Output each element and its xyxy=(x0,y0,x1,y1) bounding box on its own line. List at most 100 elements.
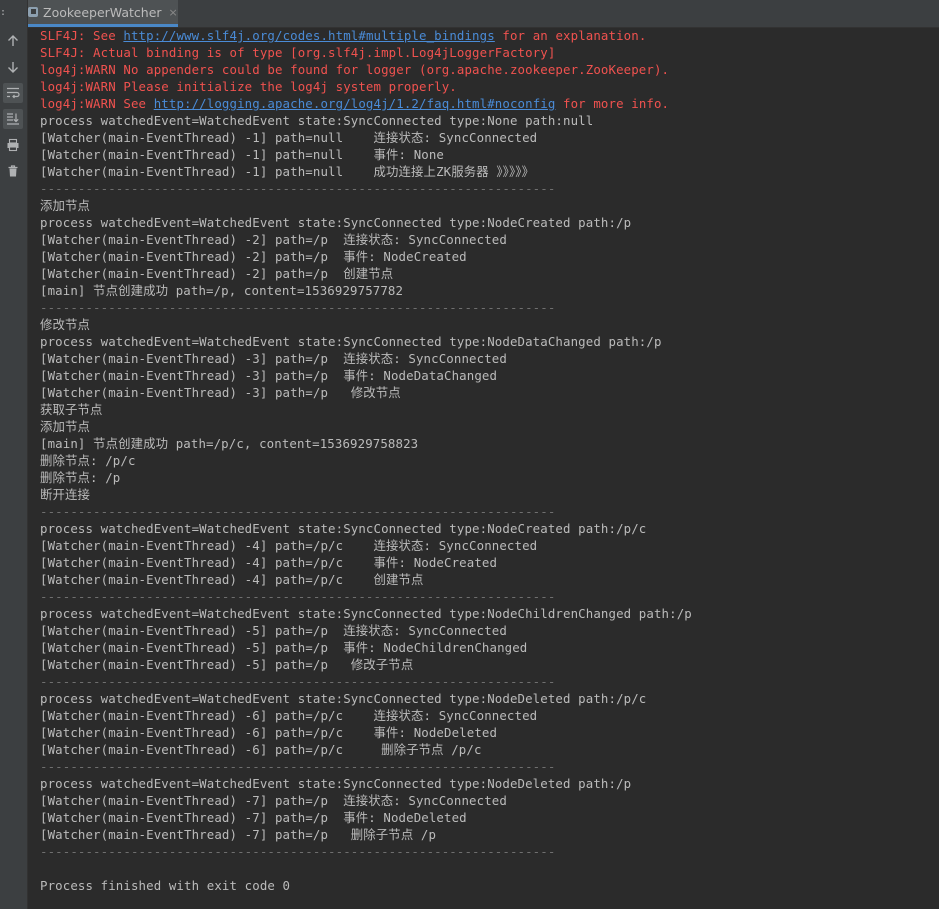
console-separator-line: ----------------------------------------… xyxy=(40,299,939,316)
console-line: 删除节点: /p/c xyxy=(40,452,939,469)
console-separator-line: ----------------------------------------… xyxy=(40,503,939,520)
console-text: [Watcher(main-EventThread) -2] path=/p 创… xyxy=(40,266,394,281)
console-text: [Watcher(main-EventThread) -1] path=null… xyxy=(40,164,535,179)
console-text: 断开连接 xyxy=(40,487,91,502)
console-line: [Watcher(main-EventThread) -3] path=/p 修… xyxy=(40,384,939,401)
console-text: [Watcher(main-EventThread) -4] path=/p/c… xyxy=(40,572,424,587)
panel-edge-handle[interactable]: : xyxy=(0,8,6,18)
console-line: [Watcher(main-EventThread) -5] path=/p 连… xyxy=(40,622,939,639)
console-text: SLF4J: See xyxy=(40,28,124,43)
console-text: ----------------------------------------… xyxy=(40,589,556,604)
arrow-up-icon[interactable] xyxy=(3,31,23,51)
console-text: [Watcher(main-EventThread) -5] path=/p 修… xyxy=(40,657,414,672)
console-text: 删除节点: /p xyxy=(40,470,121,485)
console-text: log4j:WARN No appenders could be found f… xyxy=(40,62,670,77)
console-text: process watchedEvent=WatchedEvent state:… xyxy=(40,334,662,349)
print-icon[interactable] xyxy=(3,135,23,155)
console-text: [Watcher(main-EventThread) -1] path=null… xyxy=(40,130,538,145)
console-text: [Watcher(main-EventThread) -1] path=null… xyxy=(40,147,445,162)
console-text: for an explanation. xyxy=(494,28,647,43)
run-config-icon xyxy=(28,7,38,17)
console-line: [Watcher(main-EventThread) -4] path=/p/c… xyxy=(40,554,939,571)
console-text: log4j:WARN See xyxy=(40,96,154,111)
console-text: log4j:WARN Please initialize the log4j s… xyxy=(40,79,457,94)
console-line: 修改节点 xyxy=(40,316,939,333)
console-text: [Watcher(main-EventThread) -3] path=/p 连… xyxy=(40,351,507,366)
console-text: [Watcher(main-EventThread) -4] path=/p/c… xyxy=(40,555,498,570)
console-line: [Watcher(main-EventThread) -7] path=/p 连… xyxy=(40,792,939,809)
console-text: 删除节点: /p/c xyxy=(40,453,136,468)
console-text: [Watcher(main-EventThread) -3] path=/p 事… xyxy=(40,368,498,383)
console-line: [main] 节点创建成功 path=/p/c, content=1536929… xyxy=(40,435,939,452)
trash-icon[interactable] xyxy=(3,161,23,181)
console-line: [Watcher(main-EventThread) -2] path=/p 连… xyxy=(40,231,939,248)
console-line: [Watcher(main-EventThread) -2] path=/p 创… xyxy=(40,265,939,282)
console-link[interactable]: http://www.slf4j.org/codes.html#multiple… xyxy=(123,28,494,43)
console-line: [Watcher(main-EventThread) -6] path=/p/c… xyxy=(40,707,939,724)
console-text: [Watcher(main-EventThread) -6] path=/p/c… xyxy=(40,708,538,723)
console-text: 修改节点 xyxy=(40,317,91,332)
console-line: [Watcher(main-EventThread) -1] path=null… xyxy=(40,163,939,180)
console-separator-line: ----------------------------------------… xyxy=(40,758,939,775)
console-line: 断开连接 xyxy=(40,486,939,503)
console-error-line: SLF4J: Actual binding is of type [org.sl… xyxy=(40,44,939,61)
arrow-down-icon[interactable] xyxy=(3,57,23,77)
console-left-toolbar: : xyxy=(0,0,28,909)
console-line: [Watcher(main-EventThread) -2] path=/p 事… xyxy=(40,248,939,265)
console-line: process watchedEvent=WatchedEvent state:… xyxy=(40,214,939,231)
console-link[interactable]: http://logging.apache.org/log4j/1.2/faq.… xyxy=(154,96,556,111)
console-text: [Watcher(main-EventThread) -5] path=/p 连… xyxy=(40,623,507,638)
console-separator-line: ----------------------------------------… xyxy=(40,180,939,197)
console-line: 删除节点: /p xyxy=(40,469,939,486)
console-text: [Watcher(main-EventThread) -6] path=/p/c… xyxy=(40,742,482,757)
console-output[interactable]: SLF4J: See http://www.slf4j.org/codes.ht… xyxy=(28,27,939,909)
console-error-line: log4j:WARN Please initialize the log4j s… xyxy=(40,78,939,95)
console-text: [Watcher(main-EventThread) -5] path=/p 事… xyxy=(40,640,528,655)
console-text: 添加节点 xyxy=(40,419,91,434)
close-icon[interactable]: × xyxy=(169,6,178,19)
console-text: process watchedEvent=WatchedEvent state:… xyxy=(40,521,647,536)
console-line: [Watcher(main-EventThread) -1] path=null… xyxy=(40,129,939,146)
console-error-line: SLF4J: See http://www.slf4j.org/codes.ht… xyxy=(40,27,939,44)
console-line: [Watcher(main-EventThread) -4] path=/p/c… xyxy=(40,537,939,554)
console-text: SLF4J: Actual binding is of type [org.sl… xyxy=(40,45,556,60)
console-error-line: log4j:WARN No appenders could be found f… xyxy=(40,61,939,78)
console-text: [Watcher(main-EventThread) -7] path=/p 删… xyxy=(40,827,437,842)
console-text: [main] 节点创建成功 path=/p/c, content=1536929… xyxy=(40,436,419,451)
console-text: [Watcher(main-EventThread) -7] path=/p 连… xyxy=(40,793,507,808)
console-text: [Watcher(main-EventThread) -7] path=/p 事… xyxy=(40,810,467,825)
console-line: process watchedEvent=WatchedEvent state:… xyxy=(40,112,939,129)
console-line: 添加节点 xyxy=(40,197,939,214)
soft-wrap-icon[interactable] xyxy=(3,83,23,103)
console-line: [Watcher(main-EventThread) -7] path=/p 删… xyxy=(40,826,939,843)
scroll-to-end-icon[interactable] xyxy=(3,109,23,129)
console-separator-line: ----------------------------------------… xyxy=(40,673,939,690)
console-text: Process finished with exit code 0 xyxy=(40,878,291,893)
console-text: ----------------------------------------… xyxy=(40,504,556,519)
console-line: [Watcher(main-EventThread) -5] path=/p 事… xyxy=(40,639,939,656)
tab-zookeeperwatcher[interactable]: ZookeeperWatcher × xyxy=(28,0,178,27)
console-text: process watchedEvent=WatchedEvent state:… xyxy=(40,215,632,230)
console-line: [Watcher(main-EventThread) -6] path=/p/c… xyxy=(40,724,939,741)
console-line: process watchedEvent=WatchedEvent state:… xyxy=(40,520,939,537)
console-text: [Watcher(main-EventThread) -2] path=/p 事… xyxy=(40,249,467,264)
console-line: 获取子节点 xyxy=(40,401,939,418)
console-text: [Watcher(main-EventThread) -3] path=/p 修… xyxy=(40,385,401,400)
console-text: ----------------------------------------… xyxy=(40,300,556,315)
console-text: process watchedEvent=WatchedEvent state:… xyxy=(40,691,647,706)
console-line: process watchedEvent=WatchedEvent state:… xyxy=(40,690,939,707)
console-line: [main] 节点创建成功 path=/p, content=153692975… xyxy=(40,282,939,299)
console-text: for more info. xyxy=(555,96,670,111)
console-text: [Watcher(main-EventThread) -4] path=/p/c… xyxy=(40,538,538,553)
console-error-line: log4j:WARN See http://logging.apache.org… xyxy=(40,95,939,112)
console-text: ----------------------------------------… xyxy=(40,181,556,196)
console-text: 添加节点 xyxy=(40,198,91,213)
console-line: Process finished with exit code 0 xyxy=(40,877,939,894)
console-text: ----------------------------------------… xyxy=(40,844,556,859)
console-line: [Watcher(main-EventThread) -6] path=/p/c… xyxy=(40,741,939,758)
console-line: [Watcher(main-EventThread) -5] path=/p 修… xyxy=(40,656,939,673)
console-line: [Watcher(main-EventThread) -3] path=/p 连… xyxy=(40,350,939,367)
console-line: [Watcher(main-EventThread) -4] path=/p/c… xyxy=(40,571,939,588)
console-text: process watchedEvent=WatchedEvent state:… xyxy=(40,113,594,128)
console-line: process watchedEvent=WatchedEvent state:… xyxy=(40,605,939,622)
